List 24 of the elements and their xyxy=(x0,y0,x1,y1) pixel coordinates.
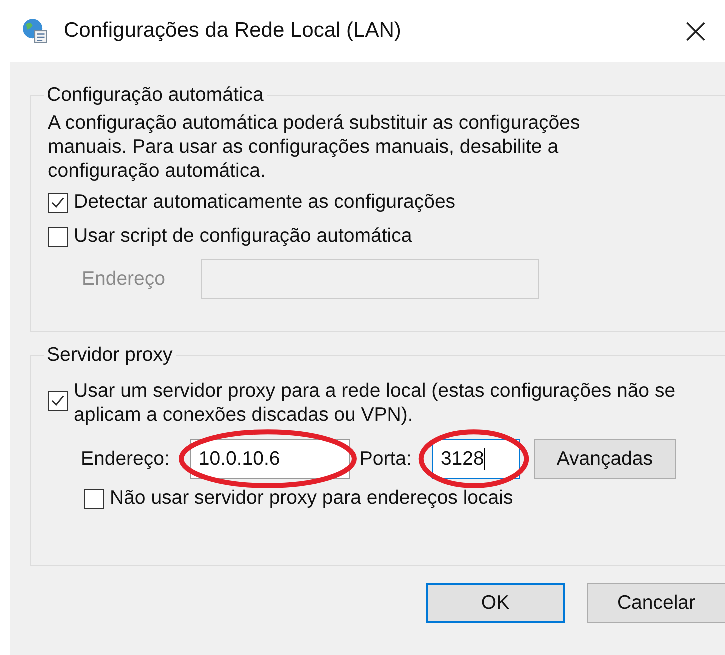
checkbox-label: Não usar servidor proxy para endereços locais xyxy=(110,487,514,510)
advanced-button[interactable]: Avançadas xyxy=(534,439,676,479)
group-title: Configuração automática xyxy=(46,84,265,107)
input-field[interactable]: 3128 xyxy=(432,439,520,479)
checkbox-label: Usar um servidor proxy para a rede local (estas configurações não se aplicam a conexões discadas ou VPN). xyxy=(74,379,677,427)
checkbox[interactable] xyxy=(48,391,68,411)
input-field[interactable] xyxy=(201,259,540,299)
field-label: Endereço: xyxy=(81,448,170,470)
checkbox-label: Usar script de configuração automática xyxy=(74,225,412,248)
check-icon xyxy=(50,393,66,409)
globe-icon xyxy=(22,18,48,44)
checkbox-label: Detectar automaticamente as configurações xyxy=(74,191,456,214)
field-label: Porta: xyxy=(360,448,412,470)
checkbox[interactable] xyxy=(48,192,68,212)
description-text: A configuração automática poderá substituir as configurações manuais. Para usar as configurações manuais, desabilite a configuração automática. xyxy=(48,111,582,183)
close-button[interactable]: × xyxy=(674,14,717,50)
group-title: Servidor proxy xyxy=(46,344,174,367)
dialog-button[interactable]: Cancelar xyxy=(587,583,725,623)
dialog-button[interactable]: OK xyxy=(426,583,565,623)
input-field[interactable]: 10.0.10.6 xyxy=(190,439,350,479)
window-title: Configurações da Rede Local (LAN) xyxy=(64,19,402,43)
field-label: Endereço xyxy=(82,268,166,290)
checkbox[interactable] xyxy=(84,488,104,508)
checkbox[interactable] xyxy=(48,226,68,246)
